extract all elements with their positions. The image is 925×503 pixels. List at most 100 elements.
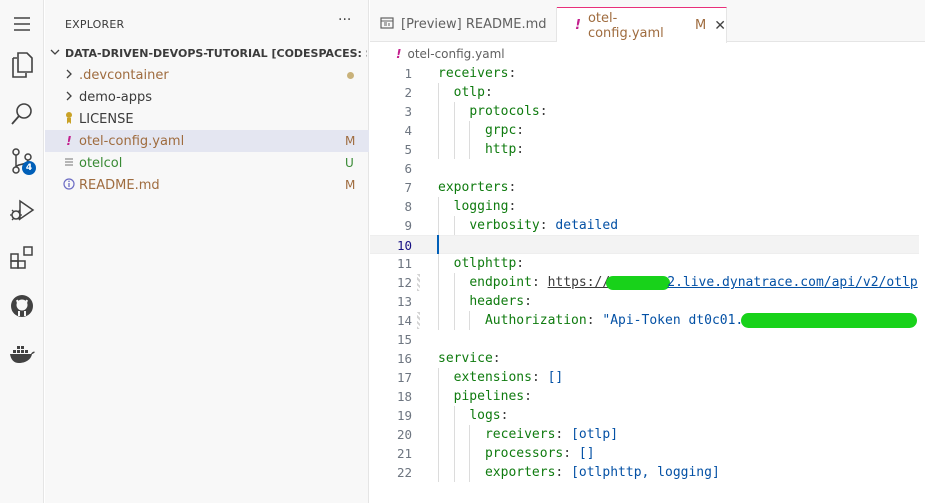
tree-item-otel-config[interactable]: ! otel-config.yaml M	[45, 130, 369, 152]
line-number: 2	[404, 85, 412, 100]
indent-guide	[453, 406, 455, 425]
yaml-icon: !	[575, 18, 581, 33]
code-text: logging:	[453, 199, 517, 214]
code-line[interactable]: 6	[370, 159, 919, 178]
code-text: grpc:	[484, 123, 525, 138]
code-text: otlp:	[453, 85, 493, 100]
line-number: 6	[404, 161, 412, 176]
code-text: otlphttp:	[453, 256, 525, 271]
explorer-title: EXPLORER	[65, 18, 125, 31]
tree-item-demo-apps[interactable]: demo-apps	[45, 86, 369, 108]
git-status: U	[345, 156, 354, 170]
indent-guide	[438, 406, 439, 425]
github-icon[interactable]	[0, 286, 44, 326]
line-number: 14	[396, 313, 412, 328]
text-cursor	[437, 235, 439, 254]
breadcrumb[interactable]: ! otel-config.yaml	[396, 45, 505, 63]
modified-dot	[345, 68, 369, 82]
code-text: extensions: []	[453, 370, 564, 385]
explorer-sidebar: EXPLORER ··· DATA-DRIVEN-DEVOPS-TUTORIAL…	[45, 0, 369, 503]
code-line[interactable]: 8 logging:	[370, 197, 919, 216]
line-number: 21	[396, 446, 412, 461]
code-line[interactable]: 21 processors: []	[370, 444, 919, 463]
code-line[interactable]: 17 extensions: []	[370, 368, 919, 387]
breadcrumb-file: otel-config.yaml	[407, 47, 505, 61]
tree-item-readme[interactable]: README.md M	[45, 174, 369, 196]
code-line[interactable]: 4 grpc:	[370, 121, 919, 140]
more-actions-icon[interactable]: ···	[338, 12, 351, 28]
activity-bar: 4	[0, 0, 44, 503]
preview-icon	[380, 16, 394, 33]
workspace-root[interactable]: DATA-DRIVEN-DEVOPS-TUTORIAL [CODESPACES:…	[45, 42, 369, 64]
tree-item-label: README.md	[79, 177, 160, 193]
git-status: M	[345, 134, 356, 148]
code-line[interactable]: 1 receivers:	[370, 64, 919, 83]
code-line[interactable]: 10	[370, 235, 919, 254]
code-text: exporters:	[438, 180, 517, 195]
tab-label: otel-config.yaml	[587, 10, 664, 41]
indent-guide	[438, 121, 439, 140]
code-line[interactable]: 11 otlphttp:	[370, 254, 919, 273]
code-line[interactable]: 22 exporters: [otlphttp, logging]	[370, 463, 919, 482]
code-line[interactable]: 20 receivers: [otlp]	[370, 425, 919, 444]
yaml-icon: !	[396, 47, 402, 61]
code-line[interactable]: 9 verbosity: detailed	[370, 216, 919, 235]
tab-otel-config[interactable]: ! otel-config.yaml M ✕	[557, 7, 727, 43]
code-text: logs:	[469, 408, 509, 423]
indent-guide	[438, 425, 439, 444]
code-line[interactable]: 13 headers:	[370, 292, 919, 311]
indent-guide	[469, 463, 471, 482]
line-number: 1	[404, 66, 412, 81]
code-line[interactable]: 19 logs:	[370, 406, 919, 425]
line-number: 13	[396, 294, 412, 309]
code-line[interactable]: 3 protocols:	[370, 102, 919, 121]
line-number: 19	[396, 408, 412, 423]
file-lines-icon	[62, 156, 76, 170]
search-icon[interactable]	[0, 94, 44, 134]
code-line[interactable]: 7 exporters:	[370, 178, 919, 197]
line-number: 17	[396, 370, 412, 385]
docker-icon[interactable]	[0, 334, 44, 374]
code-text: verbosity: detailed	[469, 218, 619, 233]
files-icon[interactable]	[0, 45, 44, 85]
close-icon[interactable]: ✕	[714, 18, 726, 34]
code-text: receivers:	[438, 66, 517, 81]
menu-icon[interactable]	[0, 4, 44, 44]
code-text: receivers: [otlp]	[484, 427, 619, 442]
line-number: 3	[404, 104, 412, 119]
chevron-right-icon	[62, 68, 76, 82]
code-text: Authorization: "Api-Token dt0c01.	[484, 313, 744, 328]
extensions-icon[interactable]	[0, 238, 44, 278]
tree-item-label: LICENSE	[79, 111, 134, 127]
code-text: exporters: [otlphttp, logging]	[484, 465, 720, 480]
source-control-icon[interactable]	[0, 141, 44, 181]
code-line[interactable]: 5 http:	[370, 140, 919, 159]
code-line[interactable]: 16 service:	[370, 349, 919, 368]
code-editor[interactable]: 1 receivers: 2 otlp: 3 protocols: 4 grpc: 5 h…	[370, 63, 925, 503]
tree-item-license[interactable]: LICENSE	[45, 108, 369, 130]
endpoint-suffix: 2.live.dynatrace.com/api/v2/otlp	[667, 275, 918, 290]
code-line[interactable]: 2 otlp:	[370, 83, 919, 102]
code-line[interactable]: 12 endpoint: https:// 2.live.dynatrace.co…	[370, 273, 919, 292]
indent-guide	[438, 254, 439, 273]
code-line[interactable]: 18 pipelines:	[370, 387, 919, 406]
indent-guide	[438, 368, 439, 387]
tab-readme-preview[interactable]: [Preview] README.md	[370, 7, 557, 42]
info-icon	[62, 177, 76, 193]
indent-guide	[438, 197, 439, 216]
tree-item-devcontainer[interactable]: .devcontainer	[45, 64, 369, 86]
redaction-mark	[606, 276, 671, 290]
tab-label: [Preview] README.md	[401, 17, 547, 32]
line-number: 16	[396, 351, 412, 366]
gutter-change-marker	[417, 274, 420, 291]
run-debug-icon[interactable]	[0, 190, 44, 230]
tree-item-otelcol[interactable]: otelcol U	[45, 152, 369, 174]
indent-guide	[438, 463, 439, 482]
chevron-right-icon	[62, 90, 76, 104]
code-line[interactable]: 14 Authorization: "Api-Token dt0c01.	[370, 311, 919, 330]
line-number: 8	[404, 199, 412, 214]
code-line[interactable]: 15	[370, 330, 919, 349]
workspace-root-label: DATA-DRIVEN-DEVOPS-TUTORIAL [CODESPACES:…	[65, 46, 367, 60]
license-icon	[62, 111, 76, 128]
code-text: http:	[484, 142, 525, 157]
